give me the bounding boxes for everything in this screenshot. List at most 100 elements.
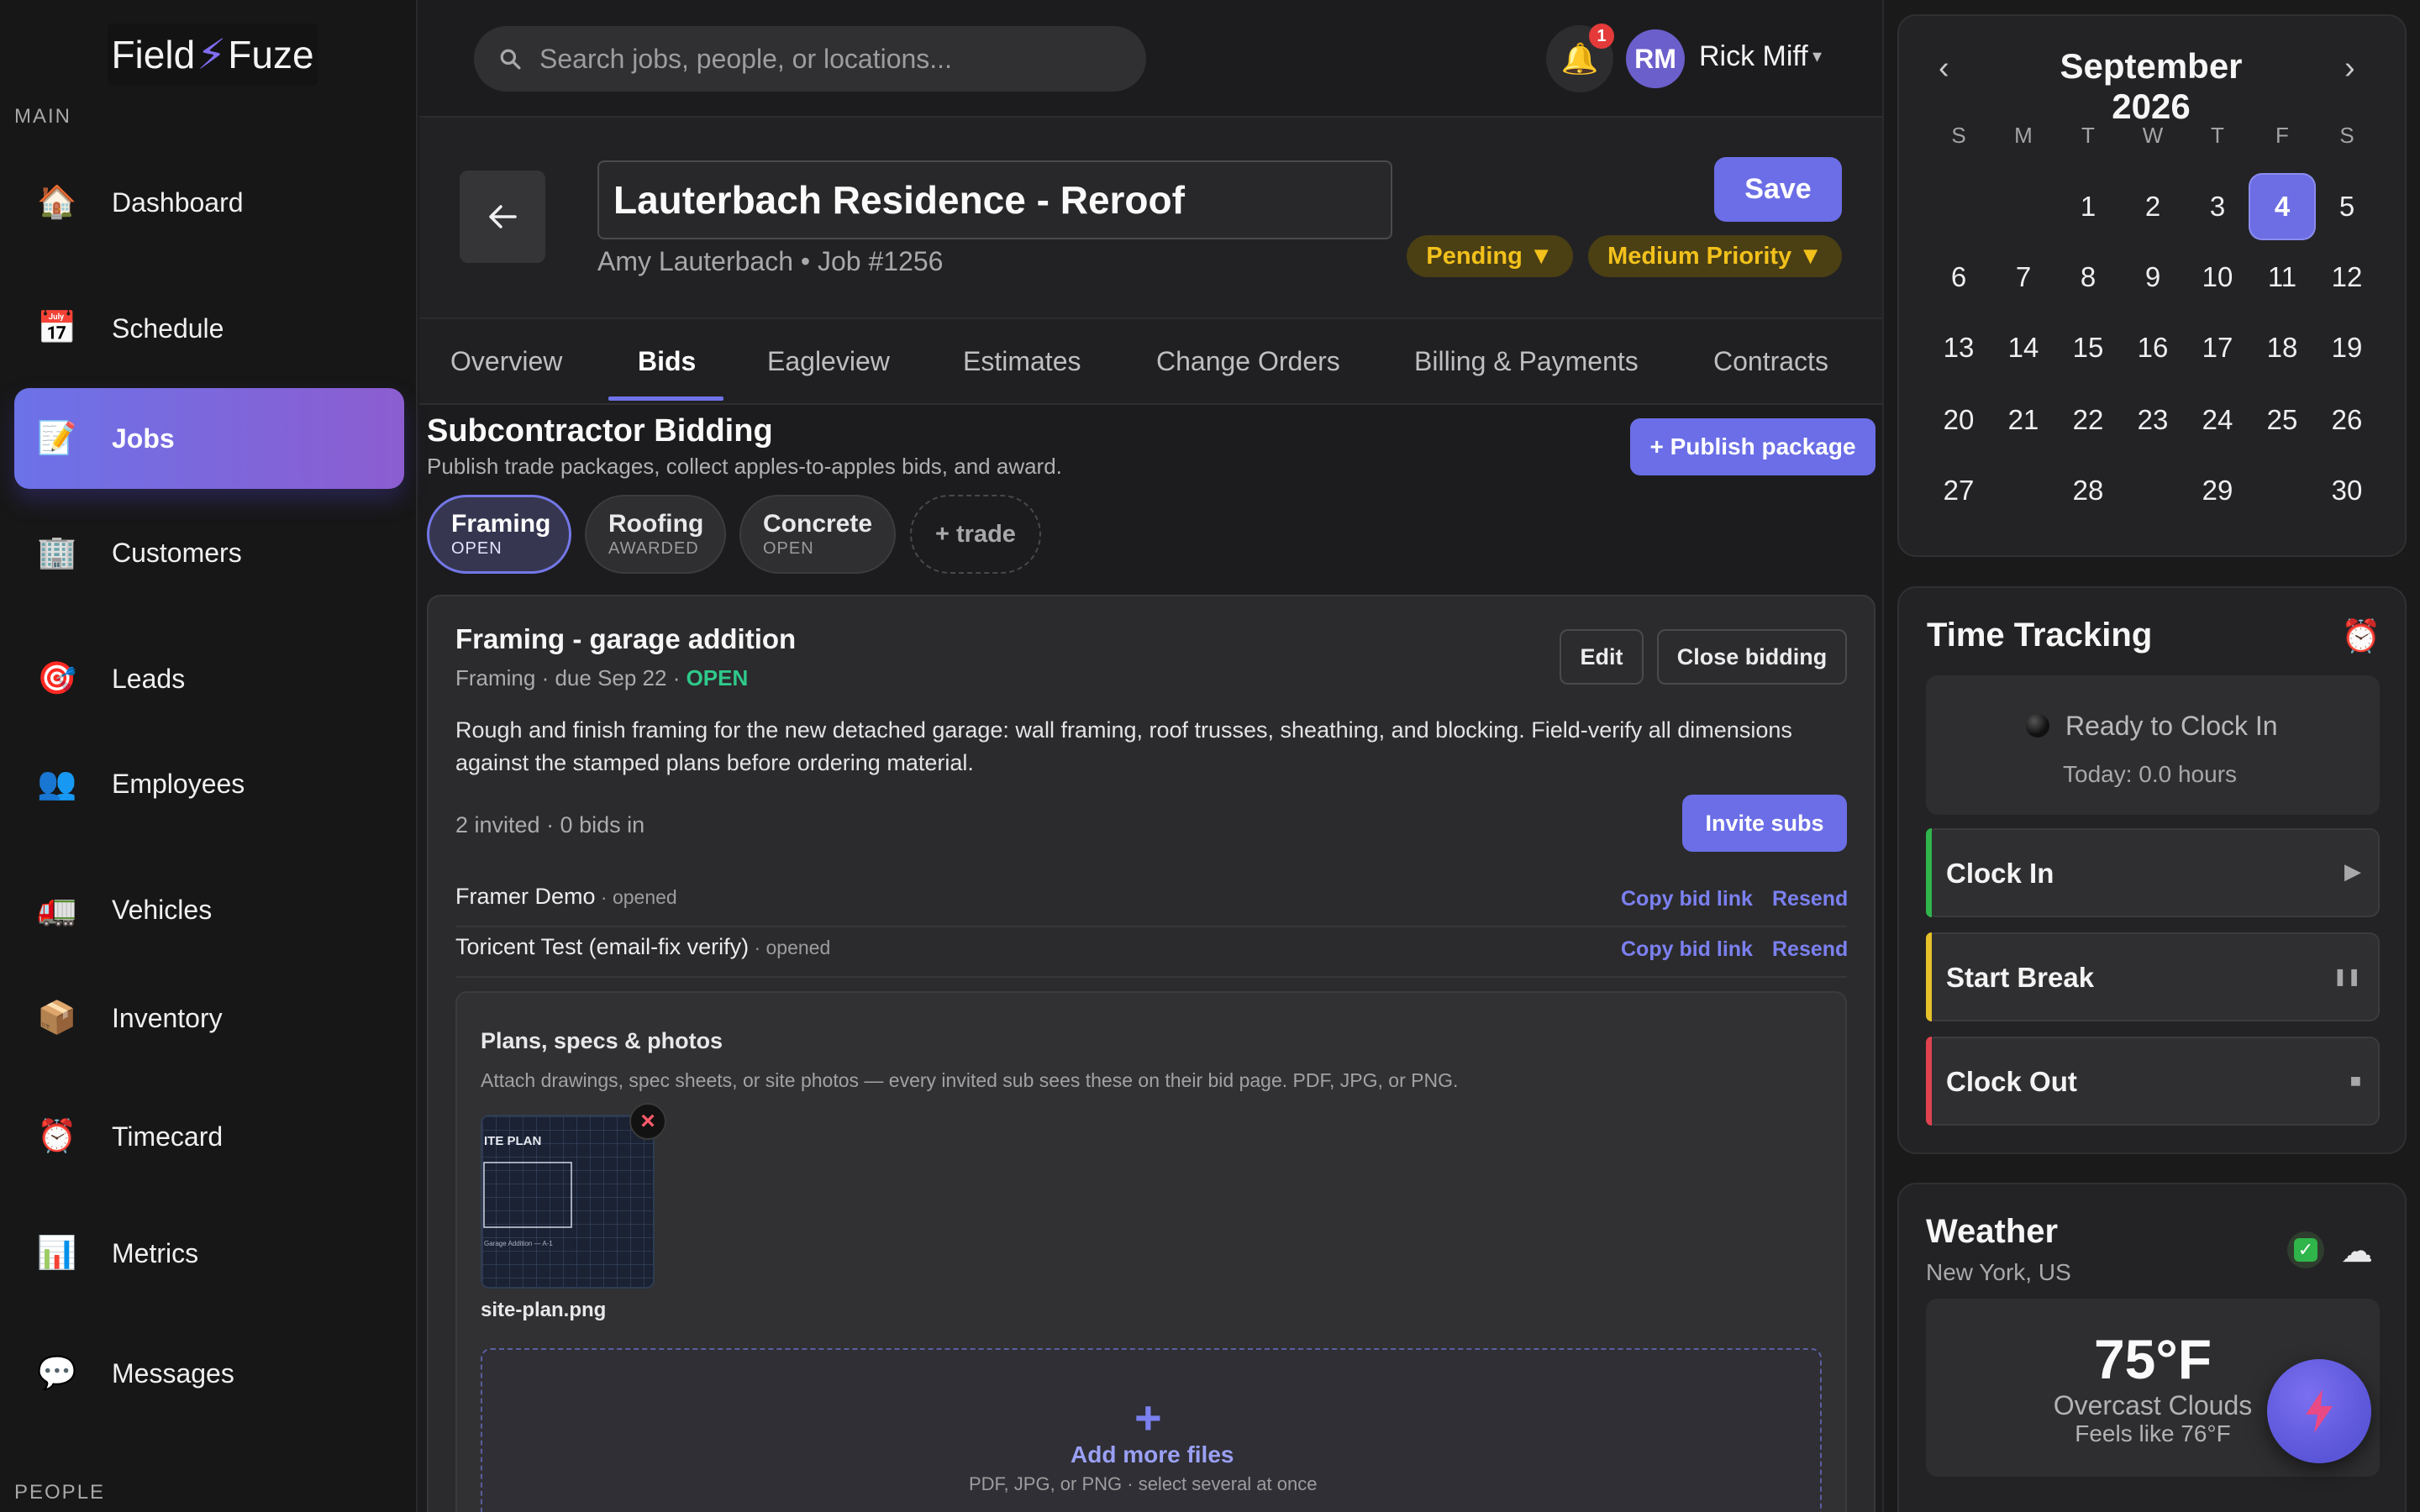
chevron-right-icon[interactable]: ›: [2344, 50, 2355, 87]
tab-bids[interactable]: Bids: [638, 346, 696, 377]
calendar-day[interactable]: 18: [2250, 316, 2314, 380]
button-label: Clock Out: [1946, 1066, 2077, 1097]
calendar-day[interactable]: 5: [2315, 175, 2379, 239]
weather-location: New York, US: [1926, 1259, 2071, 1285]
calendar-day[interactable]: 8: [2056, 245, 2120, 309]
calendar-day[interactable]: 21: [1991, 388, 2055, 452]
sidebar-item-inventory[interactable]: 📦 Inventory: [14, 968, 404, 1068]
sub-state: · opened: [595, 886, 677, 908]
clock-in-button[interactable]: Clock In ▶: [1926, 828, 2380, 917]
user-name[interactable]: Rick Miff: [1699, 40, 1808, 73]
calendar-day[interactable]: 9: [2121, 245, 2185, 309]
button-label: Clock In: [1946, 858, 2054, 889]
calendar-day[interactable]: 25: [2250, 388, 2314, 452]
calendar-day[interactable]: 1: [2056, 175, 2120, 239]
list-item: Toricent Test (email-fix verify) · opene…: [455, 927, 1848, 978]
invite-subs-button[interactable]: Invite subs: [1682, 795, 1847, 852]
tab-estimates[interactable]: Estimates: [963, 346, 1081, 377]
chevron-left-icon[interactable]: ‹: [1939, 50, 1949, 87]
tab-change-orders[interactable]: Change Orders: [1156, 346, 1340, 377]
status-dropdown[interactable]: Pending ▼: [1407, 235, 1573, 277]
tab-billing-payments[interactable]: Billing & Payments: [1414, 346, 1639, 377]
clock-status-panel: [1926, 675, 2380, 815]
calendar-day[interactable]: 23: [2121, 388, 2185, 452]
trade-name: Roofing: [608, 510, 704, 538]
sidebar-item-vehicles[interactable]: 🚛 Vehicles: [14, 859, 404, 960]
calendar-day[interactable]: 26: [2315, 388, 2379, 452]
close-bidding-button[interactable]: Close bidding: [1657, 629, 1847, 685]
calendar-day[interactable]: 3: [2186, 175, 2249, 239]
calendar-day[interactable]: 19: [2315, 316, 2379, 380]
status-badge: OPEN: [686, 665, 749, 690]
logo-text-field: Field: [111, 33, 196, 76]
search-input[interactable]: Search jobs, people, or locations...: [539, 44, 952, 75]
app-logo[interactable]: Field ⚡ Fuze: [108, 24, 318, 86]
tab-eagleview[interactable]: Eagleview: [767, 346, 890, 377]
calendar-day[interactable]: 11: [2250, 245, 2314, 309]
tab-overview[interactable]: Overview: [450, 346, 562, 377]
sidebar-item-metrics[interactable]: 📊 Metrics: [14, 1203, 404, 1304]
back-button[interactable]: [460, 171, 545, 263]
calendar-day[interactable]: 17: [2186, 316, 2249, 380]
calendar-day[interactable]: 30: [2315, 459, 2379, 522]
calendar-day[interactable]: 22: [2056, 388, 2120, 452]
save-button[interactable]: Save: [1714, 157, 1842, 222]
publish-package-button[interactable]: + Publish package: [1630, 418, 1876, 475]
calendar-day[interactable]: 15: [2056, 316, 2120, 380]
resend-button[interactable]: Resend: [1772, 937, 1848, 962]
sidebar-item-leads[interactable]: 🎯 Leads: [14, 628, 404, 729]
calendar-day[interactable]: 14: [1991, 316, 2055, 380]
trade-tab-roofing[interactable]: Roofing AWARDED: [585, 495, 726, 574]
sidebar-item-jobs[interactable]: 📝 Jobs: [14, 388, 404, 489]
edit-button[interactable]: Edit: [1560, 629, 1644, 685]
sidebar-item-label: Metrics: [112, 1237, 199, 1268]
calendar-day[interactable]: 16: [2121, 316, 2185, 380]
calendar-day[interactable]: 13: [1927, 316, 1991, 380]
play-icon: ▶: [2344, 858, 2361, 884]
section-title: Subcontractor Bidding: [427, 413, 773, 449]
calendar-day[interactable]: 2: [2121, 175, 2185, 239]
chevron-down-icon[interactable]: ▾: [1812, 45, 1822, 67]
job-title-input[interactable]: Lauterbach Residence - Reroof: [597, 160, 1392, 239]
sidebar-item-dashboard[interactable]: 🏠 Dashboard: [14, 152, 404, 253]
search-bar[interactable]: Search jobs, people, or locations...: [474, 26, 1146, 92]
copy-bid-link-button[interactable]: Copy bid link: [1621, 887, 1753, 911]
trade-status: AWARDED: [608, 539, 699, 558]
sidebar-item-customers[interactable]: 🏢 Customers: [14, 502, 404, 603]
button-label: Start Break: [1946, 962, 2095, 993]
remove-file-button[interactable]: ×: [629, 1103, 666, 1140]
calendar-day[interactable]: 7: [1991, 245, 2055, 309]
clock-status-text: Ready to Clock In: [2065, 711, 2278, 741]
priority-dropdown[interactable]: Medium Priority ▼: [1588, 235, 1842, 277]
start-break-button[interactable]: Start Break ❚❚: [1926, 932, 2380, 1021]
quick-action-button[interactable]: [2267, 1359, 2371, 1463]
sidebar-item-employees[interactable]: 👥 Employees: [14, 733, 404, 834]
calendar-day[interactable]: 10: [2186, 245, 2249, 309]
add-trade-button[interactable]: + trade: [910, 495, 1041, 574]
trade-tab-concrete[interactable]: Concrete OPEN: [739, 495, 896, 574]
house-icon: 🏠: [37, 185, 77, 220]
package-description: Rough and finish framing for the new det…: [455, 717, 1792, 775]
calendar-day[interactable]: 12: [2315, 245, 2379, 309]
calendar-day[interactable]: 24: [2186, 388, 2249, 452]
package-icon: 📦: [37, 1000, 77, 1036]
resend-button[interactable]: Resend: [1772, 887, 1848, 911]
calendar-day[interactable]: 27: [1927, 459, 1991, 522]
avatar[interactable]: RM: [1626, 29, 1685, 88]
calendar-day[interactable]: 4: [2250, 175, 2314, 239]
calendar-day[interactable]: 20: [1927, 388, 1991, 452]
sidebar-item-timecard[interactable]: ⏰ Timecard: [14, 1086, 404, 1187]
trade-tab-framing[interactable]: Framing OPEN: [427, 495, 571, 574]
copy-bid-link-button[interactable]: Copy bid link: [1621, 937, 1753, 962]
calendar-day[interactable]: 28: [2056, 459, 2120, 522]
accent-bar: [1926, 828, 1932, 917]
sidebar-item-schedule[interactable]: 📅 Schedule: [14, 278, 404, 379]
sidebar-item-messages[interactable]: 💬 Messages: [14, 1323, 404, 1424]
package-meta: Framing · due Sep 22 · OPEN: [455, 665, 748, 691]
calendar-day[interactable]: 29: [2186, 459, 2249, 522]
check-icon[interactable]: ✓: [2287, 1231, 2324, 1268]
calendar-day[interactable]: 6: [1927, 245, 1991, 309]
plus-icon: +: [1134, 1391, 1162, 1444]
tab-contracts[interactable]: Contracts: [1713, 346, 1828, 377]
clock-out-button[interactable]: Clock Out ■: [1926, 1037, 2380, 1126]
